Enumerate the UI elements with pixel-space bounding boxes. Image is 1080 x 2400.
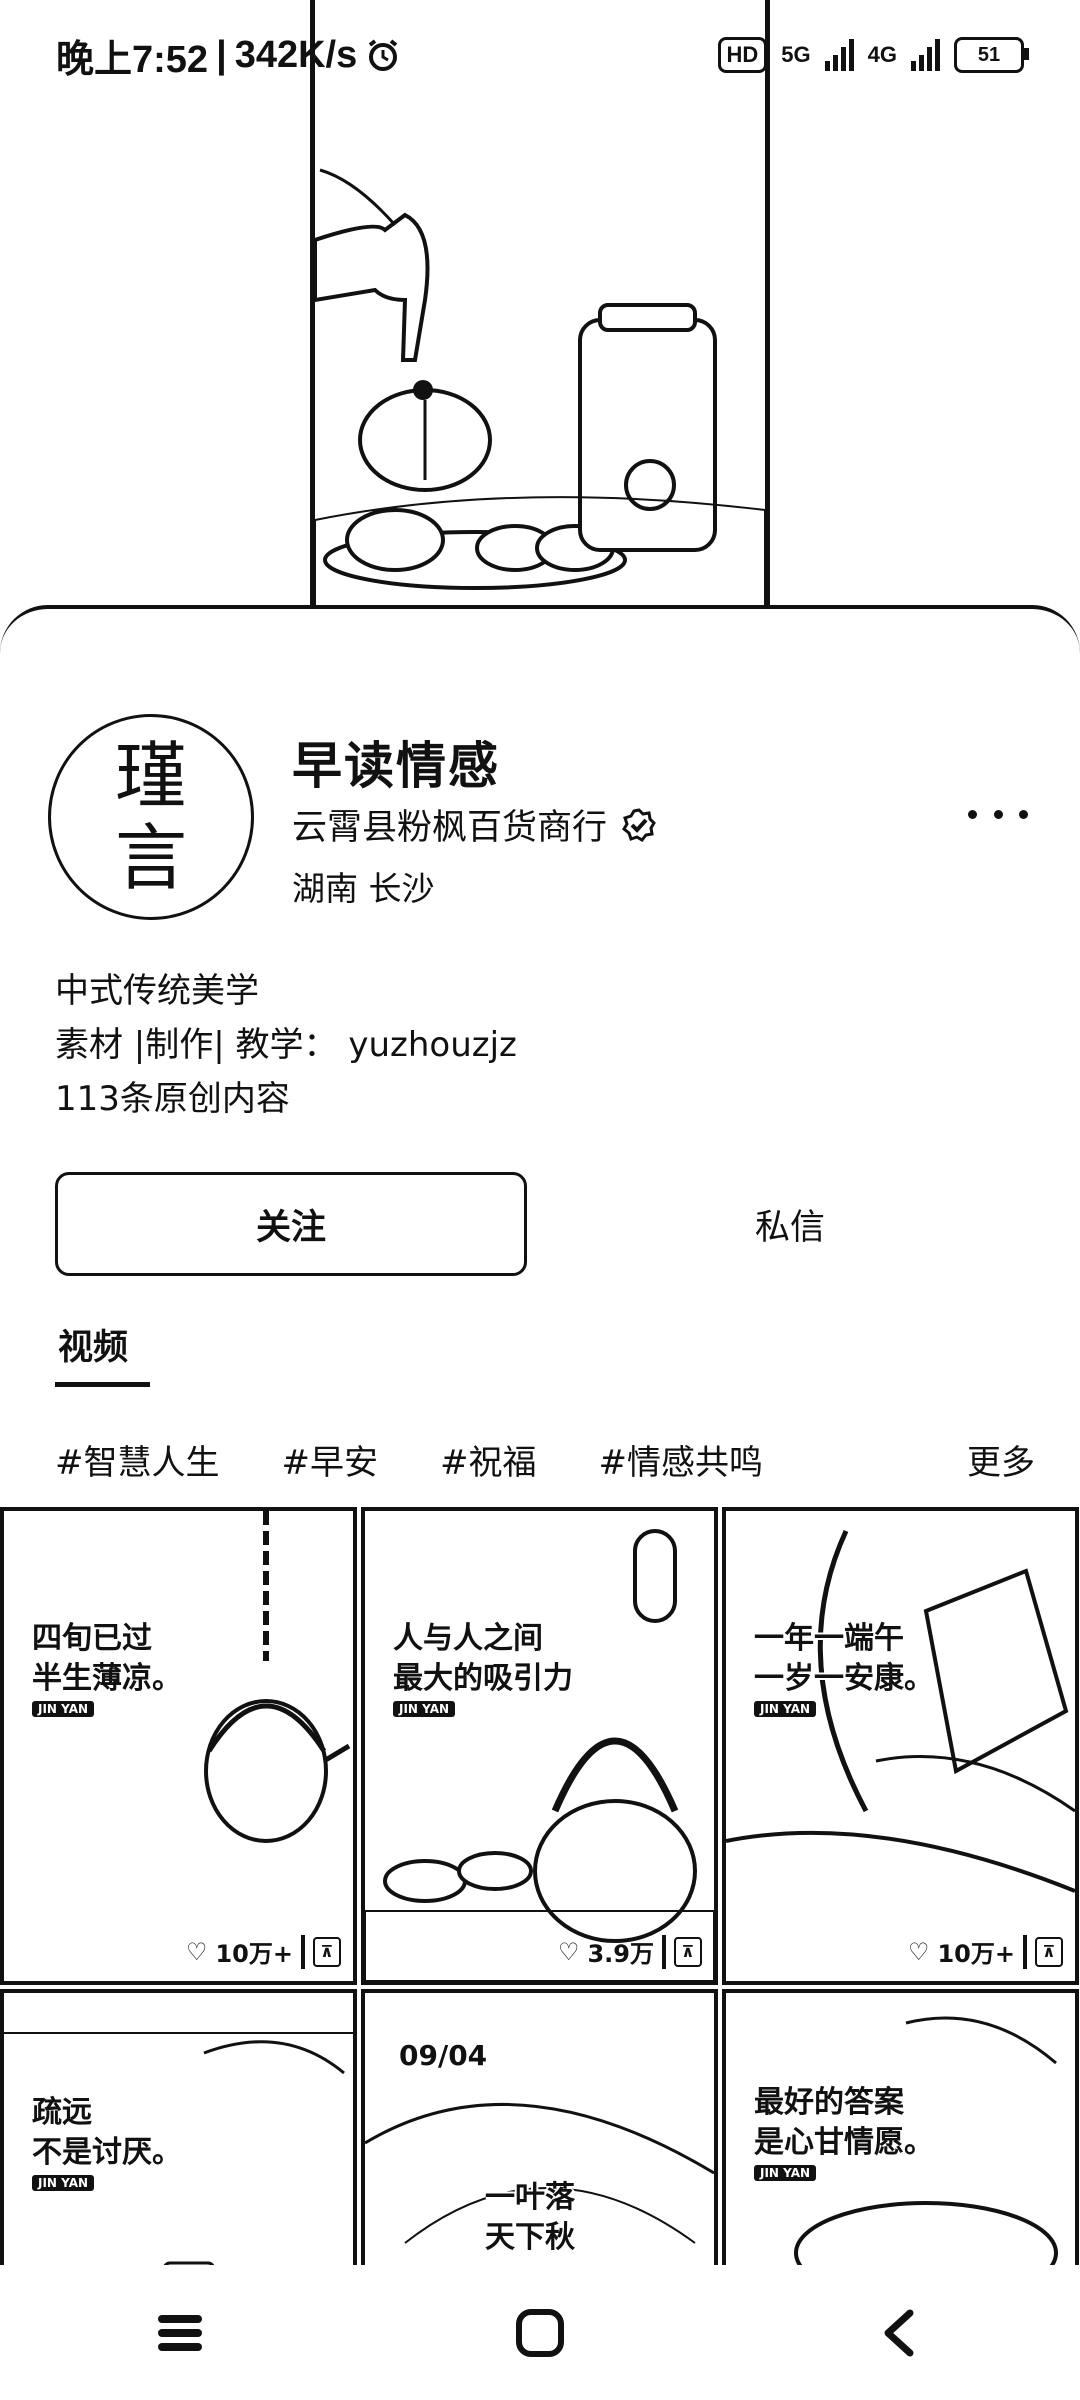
status-bar: 晚上7:52 | 342K/s HD 5G 4G 51 (0, 0, 1080, 110)
zongzi-basket-image (726, 1529, 1075, 1893)
tab-active-indicator (55, 1382, 150, 1387)
tag-chip[interactable]: #祝福 (440, 1435, 537, 1484)
video-thumbnail[interactable]: 疏远 不是讨厌。 JIN YAN (0, 1989, 357, 2287)
net-4g-label: 4G (867, 42, 897, 67)
video-brand-tag: JIN YAN (754, 2165, 817, 2181)
bio-line-1: 中式传统美学 (55, 971, 259, 1011)
video-brand-tag: JIN YAN (754, 1701, 817, 1717)
heart-icon: ♡ (557, 1937, 580, 1966)
tag-chip[interactable]: #早安 (282, 1435, 379, 1484)
follow-button[interactable]: 关注 (55, 1172, 527, 1276)
video-caption: 一叶落 天下秋 (485, 2180, 575, 2255)
video-likes: 10万+ (937, 1940, 1015, 1968)
tag-filter-bar: #智慧人生 #早安 #祝福 #情感共鸣 更多 (55, 1429, 1035, 1489)
back-icon[interactable] (860, 2293, 940, 2373)
store-row[interactable]: 云霄县粉枫百货商行 (292, 799, 657, 850)
profile-username: 早读情感 (292, 737, 500, 795)
pin-icon: ⊼ (674, 1936, 702, 1967)
video-caption: 疏远 不是讨厌。 (32, 2095, 182, 2170)
video-stats: ♡ 10万+ ⊼ (908, 1934, 1063, 1969)
video-thumbnail[interactable]: 人与人之间 最大的吸引力 JIN YAN ♡ 3.9万 ⊼ (361, 1507, 718, 1985)
video-thumbnail[interactable]: 09/04 一叶落 天下秋 (361, 1989, 718, 2287)
video-likes: 10万+ (215, 1940, 293, 1968)
video-caption: 最好的答案 是心甘情愿。 (754, 2085, 934, 2160)
video-likes: 3.9万 (587, 1940, 654, 1968)
profile-bio: 中式传统美学 素材 |制作| 教学： yuzhouzjz 113条原创内容 (55, 964, 517, 1126)
pin-icon: ⊼ (313, 1936, 341, 1967)
system-nav-bar (0, 2265, 1080, 2400)
signal-4g-icon (911, 39, 940, 71)
video-date: 09/04 (399, 2039, 488, 2072)
bio-line-2: 素材 |制作| 教学： yuzhouzjz (55, 1025, 517, 1065)
tags-more-button[interactable]: 更多 (967, 1429, 1035, 1489)
avatar-char-top: 瑾 (114, 734, 187, 818)
hanging-teapot-image (204, 1511, 351, 1843)
avatar-char-bottom: 言 (114, 816, 187, 900)
battery-icon: 51 (954, 37, 1029, 73)
heart-icon: ♡ (907, 1937, 930, 1966)
heart-icon: ♡ (185, 1937, 208, 1966)
video-caption: 一年一端午 一岁一安康。 (754, 1621, 934, 1696)
video-stats: ♡ 10万+ ⊼ (186, 1934, 341, 1969)
net-5g-label: 5G (781, 42, 811, 67)
video-thumbnail[interactable]: 一年一端午 一岁一安康。 JIN YAN ♡ 10万+ ⊼ (722, 1507, 1079, 1985)
profile-card: 瑾 言 早读情感 云霄县粉枫百货商行 湖南 长沙 中式传统美学 素材 |制作| … (0, 605, 1080, 2287)
signal-5g-icon (824, 39, 854, 71)
menu-icon[interactable] (140, 2293, 220, 2373)
alarm-icon (369, 39, 398, 71)
network-speed: 342K/s (234, 33, 358, 76)
pin-icon: ⊼ (1035, 1936, 1063, 1967)
battery-level: 51 (977, 43, 1001, 66)
more-dots-icon[interactable] (968, 794, 1028, 834)
tag-chip[interactable]: #智慧人生 (55, 1435, 220, 1484)
video-stats: ♡ 3.9万 ⊼ (558, 1934, 702, 1969)
video-brand-tag: JIN YAN (393, 1701, 456, 1717)
home-icon[interactable] (500, 2293, 580, 2373)
hd-indicator: HD (717, 37, 768, 73)
content-count: 113条原创内容 (55, 1079, 290, 1119)
store-name: 云霄县粉枫百货商行 (292, 808, 608, 848)
video-caption: 人与人之间 最大的吸引力 (393, 1621, 573, 1696)
video-grid: 四旬已过 半生薄凉。 JIN YAN ♡ 10万+ ⊼ 人与人之间 最大的吸引力… (0, 1507, 1080, 2287)
video-brand-tag: JIN YAN (32, 2175, 95, 2191)
tag-chip[interactable]: #情感共鸣 (599, 1435, 764, 1484)
message-button[interactable]: 私信 (555, 1172, 1025, 1276)
tea-set-image (365, 1529, 714, 1981)
avatar[interactable]: 瑾 言 (48, 714, 254, 920)
status-divider: | (216, 33, 227, 76)
video-thumbnail[interactable]: 最好的答案 是心甘情愿。 JIN YAN (722, 1989, 1079, 2287)
video-thumbnail[interactable]: 四旬已过 半生薄凉。 JIN YAN ♡ 10万+ ⊼ (0, 1507, 357, 1985)
tab-video[interactable]: 视频 (58, 1319, 128, 1370)
profile-location: 湖南 长沙 (292, 869, 435, 908)
video-brand-tag: JIN YAN (32, 1701, 95, 1717)
verified-badge-icon (622, 807, 656, 842)
status-time: 晚上7:52 (56, 38, 209, 81)
video-caption: 四旬已过 半生薄凉。 (32, 1621, 182, 1696)
